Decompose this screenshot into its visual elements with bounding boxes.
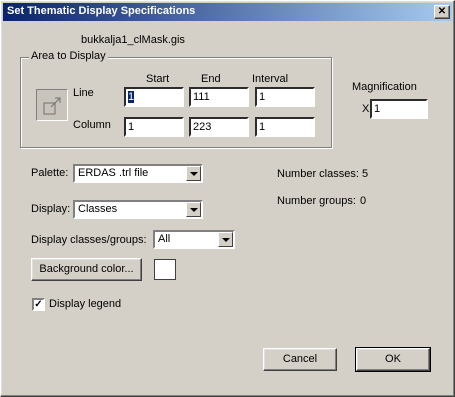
chevron-down-icon[interactable] [186, 166, 201, 181]
chevron-down-icon[interactable] [218, 232, 233, 247]
palette-value: ERDAS .trl file [78, 167, 149, 179]
column-interval-input[interactable]: 1 [255, 117, 315, 137]
dialog-window: Set Thematic Display Specifications ✕ bu… [0, 0, 455, 397]
background-color-swatch[interactable] [154, 259, 176, 280]
line-start-input[interactable]: 1 [124, 87, 184, 107]
magnification-label: Magnification [352, 81, 417, 93]
classes-groups-value: All [158, 233, 171, 245]
display-select[interactable]: Classes [73, 200, 203, 219]
classes-groups-select[interactable]: All [153, 230, 235, 249]
line-interval-input[interactable]: 1 [255, 87, 315, 107]
display-value: Classes [78, 203, 118, 215]
magnification-prefix: X [362, 103, 370, 115]
magnification-input[interactable]: 1 [370, 99, 428, 119]
display-legend-label[interactable]: Display legend [49, 298, 121, 310]
background-color-button[interactable]: Background color... [31, 258, 142, 281]
palette-select[interactable]: ERDAS .trl file [73, 164, 203, 183]
area-group-legend: Area to Display [29, 50, 108, 62]
file-name: bukkalja1_clMask.gis [81, 34, 185, 46]
line-label: Line [73, 87, 94, 99]
number-groups-label: Number groups: [277, 195, 356, 207]
close-button[interactable]: ✕ [434, 5, 450, 19]
number-classes-label: Number classes: [277, 168, 359, 180]
interval-header: Interval [252, 73, 289, 85]
column-label: Column [73, 119, 111, 131]
classes-groups-label: Display classes/groups: [31, 234, 147, 246]
column-end-input[interactable]: 223 [189, 117, 249, 137]
ok-button[interactable]: OK [355, 347, 431, 372]
area-select-icon[interactable] [36, 89, 68, 121]
end-header: End [201, 73, 221, 85]
number-groups-value: 0 [360, 195, 367, 207]
title-bar: Set Thematic Display Specifications ✕ [3, 3, 452, 21]
cancel-button[interactable]: Cancel [263, 348, 337, 371]
number-classes-value: 5 [362, 168, 369, 180]
column-start-input[interactable]: 1 [124, 117, 184, 137]
line-end-input[interactable]: 111 [189, 87, 249, 107]
start-header: Start [146, 73, 170, 85]
display-label: Display: [31, 203, 71, 215]
display-legend-checkbox[interactable]: ✓ [32, 298, 45, 311]
chevron-down-icon[interactable] [186, 202, 201, 217]
palette-label: Palette: [31, 167, 69, 179]
dialog-title: Set Thematic Display Specifications [7, 5, 196, 17]
